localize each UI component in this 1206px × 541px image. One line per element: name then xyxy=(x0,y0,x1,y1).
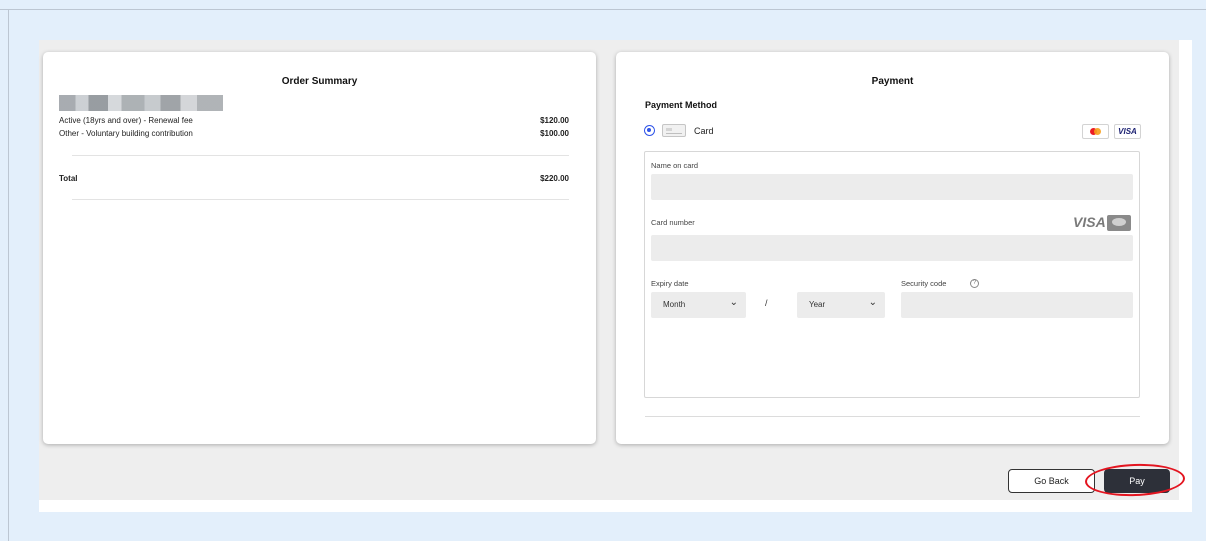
window-border-left xyxy=(8,9,9,541)
expiry-date-label: Expiry date xyxy=(651,279,689,288)
order-line-amount: $120.00 xyxy=(540,116,569,125)
card-number-label: Card number xyxy=(651,218,695,227)
card-details-form: Name on card Card number VISA Expiry dat… xyxy=(644,151,1140,398)
payment-title: Payment xyxy=(871,76,914,87)
order-summary-card: Order Summary Active (18yrs and over) - … xyxy=(43,52,596,444)
payment-divider xyxy=(645,416,1140,417)
visa-badge-text: VISA xyxy=(1118,127,1137,136)
chevron-down-icon: ⌄ xyxy=(729,297,738,308)
name-on-card-input[interactable] xyxy=(651,174,1133,200)
order-line-amount: $100.00 xyxy=(540,129,569,138)
order-summary-title: Order Summary xyxy=(281,76,358,87)
order-line-label: Active (18yrs and over) - Renewal fee xyxy=(59,116,193,125)
order-line-label: Other - Voluntary building contribution xyxy=(59,129,193,138)
visa-icon: VISA xyxy=(1114,124,1141,139)
payment-method-title: Payment Method xyxy=(645,100,718,110)
name-on-card-label: Name on card xyxy=(651,161,699,170)
card-option-label[interactable]: Card xyxy=(694,126,714,136)
expiry-month-select[interactable]: Month ⌄ xyxy=(651,292,746,318)
order-line-item: Other - Voluntary building contribution … xyxy=(59,129,569,138)
card-number-input[interactable] xyxy=(651,235,1133,261)
help-icon[interactable]: ? xyxy=(970,279,979,288)
generic-card-icon xyxy=(1107,215,1131,231)
go-back-button[interactable]: Go Back xyxy=(1008,469,1095,493)
chevron-down-icon: ⌄ xyxy=(868,297,877,308)
expiry-year-value: Year xyxy=(809,300,826,309)
expiry-year-select[interactable]: Year ⌄ xyxy=(797,292,885,318)
expiry-separator: / xyxy=(765,298,768,308)
security-code-label: Security code xyxy=(901,279,947,288)
security-code-input[interactable] xyxy=(901,292,1133,318)
visa-logo-icon: VISA xyxy=(1073,214,1106,230)
expiry-month-value: Month xyxy=(663,300,686,309)
card-radio-button[interactable] xyxy=(644,125,655,136)
credit-card-icon xyxy=(662,124,686,137)
order-total-label: Total xyxy=(59,174,78,183)
payment-card: Payment Payment Method Card VISA Name on… xyxy=(616,52,1169,444)
order-total-amount: $220.00 xyxy=(540,174,569,183)
order-divider xyxy=(72,199,569,200)
mastercard-icon xyxy=(1082,124,1109,139)
window-border-top xyxy=(0,9,1206,10)
order-divider xyxy=(72,155,569,156)
order-line-item: Active (18yrs and over) - Renewal fee $1… xyxy=(59,116,569,125)
member-name-redacted xyxy=(59,95,223,111)
order-total-row: Total $220.00 xyxy=(59,174,569,183)
